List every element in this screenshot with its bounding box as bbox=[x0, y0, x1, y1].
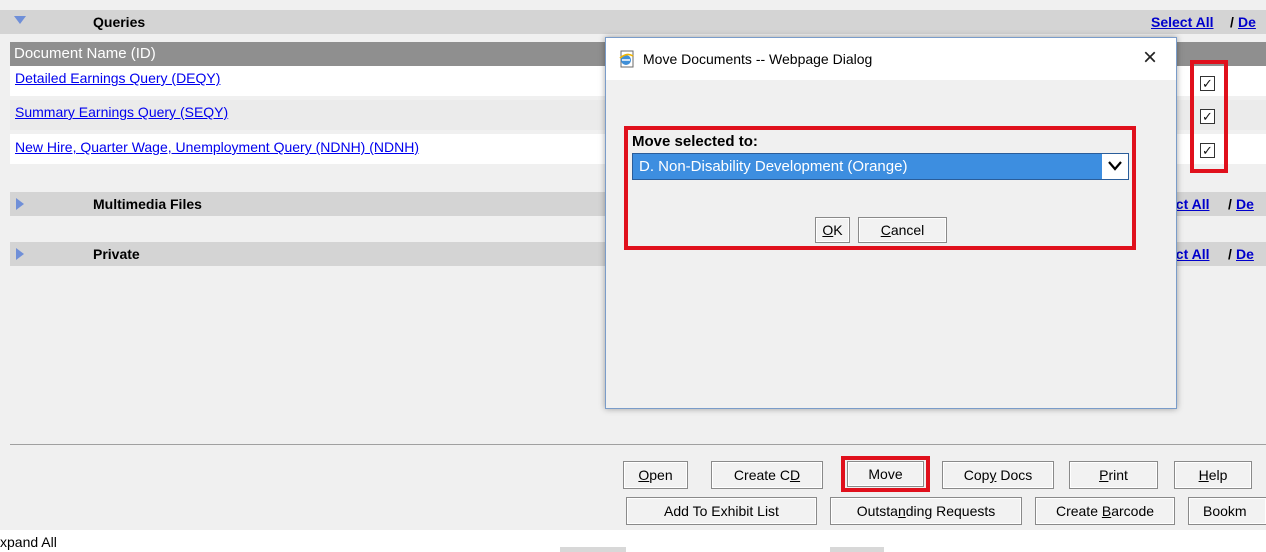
taskbar-fragment bbox=[830, 547, 884, 552]
section-title: Multimedia Files bbox=[93, 196, 202, 212]
dialog-title-bar[interactable]: Move Documents -- Webpage Dialog × bbox=[606, 38, 1176, 80]
section-title: Queries bbox=[93, 14, 146, 30]
queries-section-header[interactable]: Queries bbox=[0, 10, 1266, 34]
toolbar-divider bbox=[10, 444, 1266, 445]
document-link[interactable]: New Hire, Quarter Wage, Unemployment Que… bbox=[15, 139, 419, 155]
deselect-all-link[interactable]: De bbox=[1236, 246, 1254, 262]
move-button[interactable]: Move bbox=[847, 461, 924, 487]
column-header-document-name: Document Name (ID) bbox=[14, 45, 156, 62]
section-title: Private bbox=[93, 246, 140, 262]
copy-docs-button[interactable]: Copy Docs bbox=[942, 461, 1054, 489]
dropdown-button[interactable] bbox=[1102, 154, 1128, 179]
expand-all-link[interactable]: xpand All bbox=[0, 534, 57, 550]
row-checkbox[interactable]: ✓ bbox=[1200, 109, 1215, 124]
cancel-button[interactable]: Cancel bbox=[858, 217, 947, 243]
help-button[interactable]: Help bbox=[1174, 461, 1252, 489]
deselect-all-link[interactable]: De bbox=[1236, 196, 1254, 212]
ok-button[interactable]: OK bbox=[815, 217, 850, 243]
ie-page-icon bbox=[619, 50, 634, 68]
print-button[interactable]: Print bbox=[1069, 461, 1158, 489]
document-link[interactable]: Detailed Earnings Query (DEQY) bbox=[15, 70, 220, 86]
open-button[interactable]: Open bbox=[623, 461, 688, 489]
selected-option: D. Non-Disability Development (Orange) bbox=[639, 158, 908, 175]
link-separator: / bbox=[1230, 14, 1234, 30]
dialog-title: Move Documents -- Webpage Dialog bbox=[643, 51, 873, 67]
link-separator: / bbox=[1228, 196, 1232, 212]
expand-triangle-icon[interactable] bbox=[16, 248, 24, 260]
deselect-all-link[interactable]: De bbox=[1238, 14, 1256, 30]
link-separator: / bbox=[1228, 246, 1232, 262]
row-checkbox[interactable]: ✓ bbox=[1200, 76, 1215, 91]
close-icon[interactable]: × bbox=[1143, 44, 1157, 72]
move-documents-dialog: Move Documents -- Webpage Dialog × Move … bbox=[605, 37, 1177, 409]
document-link[interactable]: Summary Earnings Query (SEQY) bbox=[15, 104, 228, 120]
create-cd-button[interactable]: Create CD bbox=[711, 461, 823, 489]
taskbar-fragment bbox=[560, 547, 626, 552]
select-all-link[interactable]: Select All bbox=[1151, 14, 1214, 30]
expand-triangle-icon[interactable] bbox=[16, 198, 24, 210]
chevron-down-icon bbox=[1108, 161, 1122, 171]
create-barcode-button[interactable]: Create Barcode bbox=[1035, 497, 1175, 525]
destination-select[interactable]: D. Non-Disability Development (Orange) bbox=[632, 153, 1129, 180]
row-checkbox[interactable]: ✓ bbox=[1200, 143, 1215, 158]
add-to-exhibit-list-button[interactable]: Add To Exhibit List bbox=[626, 497, 817, 525]
move-selected-label: Move selected to: bbox=[632, 133, 758, 150]
bookmark-button[interactable]: Bookm bbox=[1188, 497, 1266, 525]
outstanding-requests-button[interactable]: Outstanding Requests bbox=[830, 497, 1022, 525]
collapse-triangle-icon[interactable] bbox=[14, 16, 26, 24]
